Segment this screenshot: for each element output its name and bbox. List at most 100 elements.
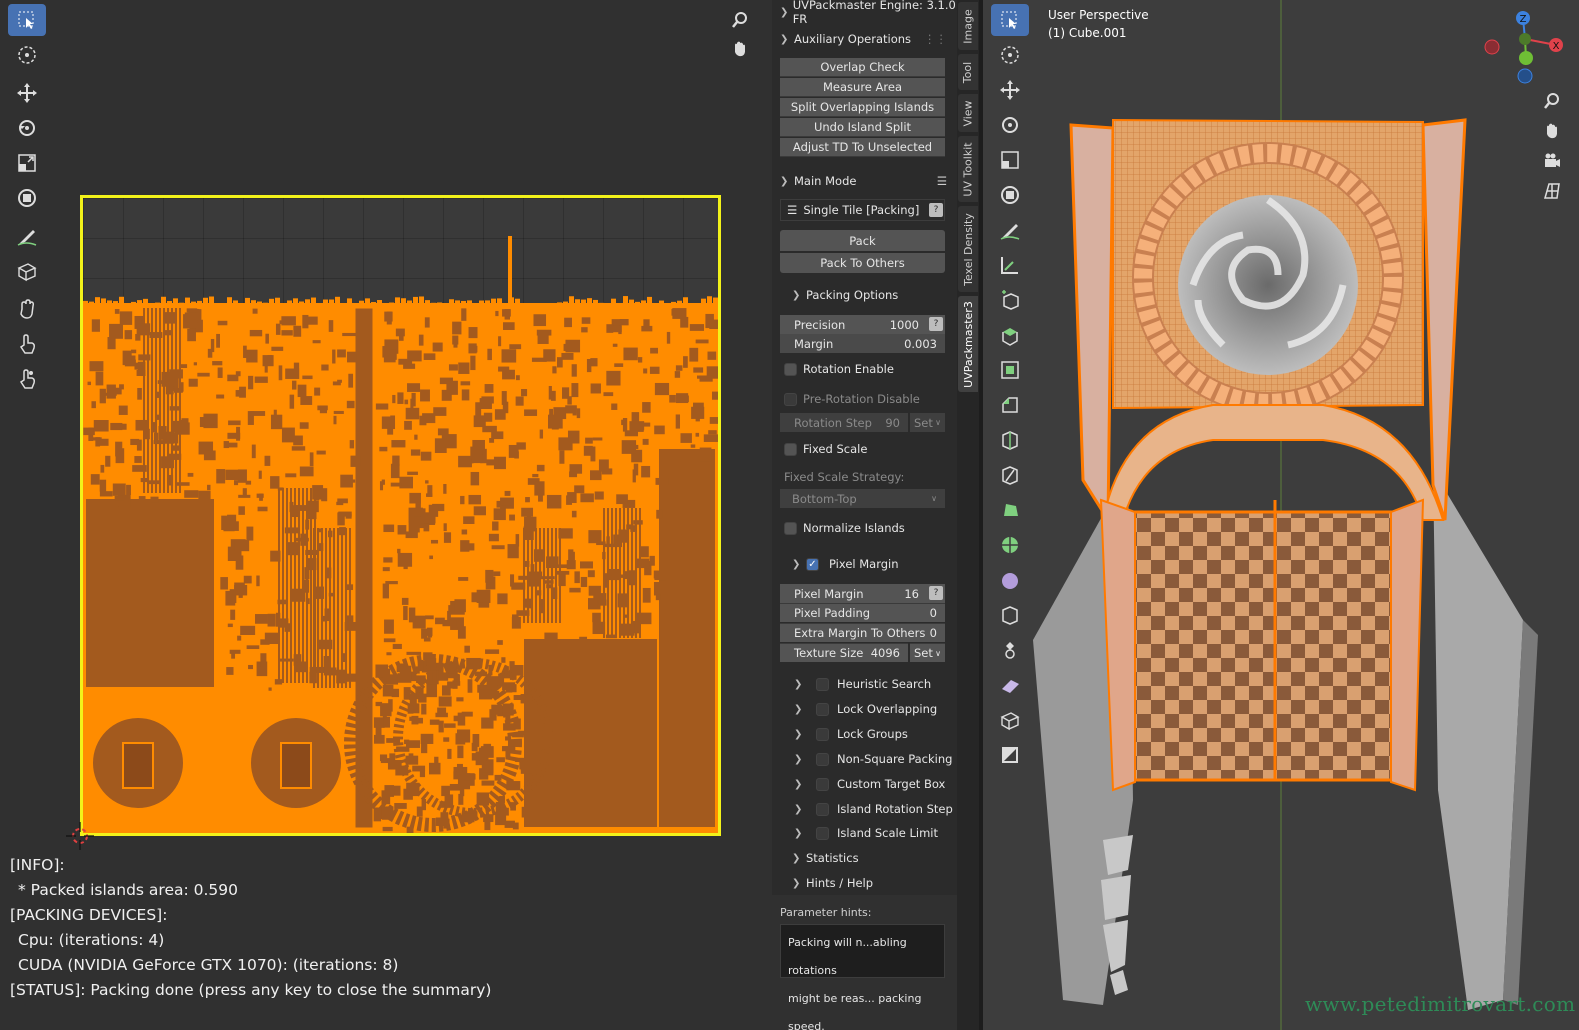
tab-uvpackmaster3[interactable]: UVPackmaster3 — [958, 296, 978, 392]
scale-icon[interactable] — [8, 147, 46, 179]
select-box-icon[interactable] — [8, 4, 46, 36]
measure-area-button[interactable]: Measure Area — [780, 78, 945, 97]
bevel-icon[interactable] — [991, 389, 1029, 421]
lock-overlapping-subpanel[interactable]: ❯ Lock Overlapping — [794, 699, 937, 719]
tab-image[interactable]: Image — [958, 2, 978, 50]
help-icon[interactable]: ? — [929, 203, 943, 217]
uv-tile-frame[interactable] — [80, 195, 721, 836]
inset-icon[interactable] — [991, 354, 1029, 386]
help-icon[interactable]: ? — [929, 317, 943, 331]
drag-handle-icon[interactable]: ⋮⋮ — [924, 32, 947, 46]
select-box-icon[interactable] — [991, 4, 1029, 36]
3d-viewport[interactable]: User Perspective (1) Cube.001 Z X www.pe… — [983, 0, 1579, 1030]
shear-icon[interactable] — [991, 669, 1029, 701]
zoom-icon[interactable] — [727, 7, 753, 33]
checkbox-icon[interactable] — [816, 727, 829, 741]
rotate-icon[interactable] — [8, 112, 46, 144]
tab-uv-toolkit[interactable]: UV Toolkit — [958, 136, 978, 202]
door-checker[interactable] — [1131, 510, 1395, 782]
lock-groups-subpanel[interactable]: ❯ Lock Groups — [794, 724, 908, 744]
transform-icon[interactable] — [991, 179, 1029, 211]
rip-region-icon[interactable] — [991, 704, 1029, 736]
camera-icon[interactable] — [1539, 148, 1565, 174]
help-icon[interactable]: ? — [929, 586, 943, 600]
knife-icon[interactable] — [991, 459, 1029, 491]
precision-field[interactable]: Precision 1000 — [780, 315, 945, 334]
checkbox-icon[interactable] — [816, 677, 829, 691]
mode-select[interactable]: ☰ Single Tile [Packing] ∨ — [780, 199, 945, 221]
edge-slide-icon[interactable] — [991, 599, 1029, 631]
undo-island-split-button[interactable]: Undo Island Split — [780, 118, 945, 137]
adjust-td-button[interactable]: Adjust TD To Unselected — [780, 138, 945, 157]
main-mode-header[interactable]: ❯ Main Mode ☰ — [772, 170, 957, 192]
pixel-margin-header[interactable]: ❯ ✓ Pixel Margin — [772, 553, 957, 575]
poly-build-icon[interactable] — [991, 494, 1029, 526]
transform-icon[interactable] — [8, 182, 46, 214]
heuristic-search-subpanel[interactable]: ❯ Heuristic Search — [794, 674, 931, 694]
checkbox-icon[interactable] — [816, 777, 829, 791]
tab-tool[interactable]: Tool — [958, 54, 978, 90]
checkbox-icon[interactable] — [816, 802, 829, 816]
split-overlapping-islands-button[interactable]: Split Overlapping Islands — [780, 98, 945, 117]
strategy-dropdown[interactable]: Bottom-Top ∨ — [780, 489, 945, 508]
hints-textbox[interactable]: Packing will n...abling rotations might … — [780, 924, 945, 1030]
annotate-icon[interactable] — [8, 220, 46, 252]
rotation-step-set-dropdown[interactable]: Set ∨ — [910, 413, 945, 432]
pixel-margin-enable-checkbox[interactable]: ✓ — [806, 557, 819, 571]
spin-icon[interactable] — [991, 529, 1029, 561]
cursor-icon[interactable] — [991, 39, 1029, 71]
texture-size-set-dropdown[interactable]: Set ∨ — [910, 643, 945, 662]
fixed-scale-checkbox[interactable]: Fixed Scale — [784, 442, 867, 456]
overlap-check-button[interactable]: Overlap Check — [780, 58, 945, 77]
engine-header[interactable]: ❯ UVPackmaster Engine: 3.1.0 FR — [772, 0, 957, 26]
pack-to-others-button[interactable]: Pack To Others — [780, 253, 945, 273]
navigation-gizmo[interactable]: Z X — [1483, 6, 1573, 86]
hints-header[interactable]: ❯ Hints / Help — [772, 872, 957, 894]
image-icon[interactable] — [991, 739, 1029, 771]
packing-options-header[interactable]: ❯ Packing Options — [772, 284, 957, 306]
extrude-icon[interactable] — [991, 319, 1029, 351]
island-scale-limit-subpanel[interactable]: ❯ Island Scale Limit — [794, 823, 938, 843]
aux-header[interactable]: ❯ Auxiliary Operations ⋮⋮ — [772, 28, 957, 50]
rotation-enable-checkbox[interactable]: Rotation Enable — [784, 362, 894, 376]
margin-field[interactable]: Margin 0.003 — [780, 334, 945, 353]
rotate-icon[interactable] — [991, 109, 1029, 141]
move-icon[interactable] — [991, 74, 1029, 106]
relax-icon[interactable] — [8, 328, 46, 360]
shrink-fatten-icon[interactable] — [991, 634, 1029, 666]
zoom-icon[interactable] — [1539, 88, 1565, 114]
scale-icon[interactable] — [991, 144, 1029, 176]
pre-rotation-disable-checkbox[interactable]: Pre-Rotation Disable — [784, 392, 920, 406]
non-square-packing-subpanel[interactable]: ❯ Non-Square Packing — [794, 749, 952, 769]
checkbox-icon[interactable] — [816, 702, 829, 716]
normalize-islands-checkbox[interactable]: Normalize Islands — [784, 521, 905, 535]
measure-icon[interactable] — [991, 249, 1029, 281]
uv-editor[interactable]: [INFO]: * Packed islands area: 0.590 [PA… — [0, 0, 772, 1030]
tab-texel-density[interactable]: Texel Density — [958, 206, 978, 292]
island-rotation-step-subpanel[interactable]: ❯ Island Rotation Step — [794, 799, 953, 819]
grab-icon[interactable] — [8, 293, 46, 325]
cursor-icon[interactable] — [8, 39, 46, 71]
add-cube-icon[interactable] — [991, 284, 1029, 316]
loop-cut-icon[interactable] — [991, 424, 1029, 456]
pixel-margin-field[interactable]: Pixel Margin 16 — [780, 584, 945, 603]
list-icon[interactable]: ☰ — [937, 174, 947, 188]
pan-hand-icon[interactable] — [1539, 118, 1565, 144]
pixel-padding-field[interactable]: Pixel Padding 0 — [780, 603, 945, 622]
statistics-header[interactable]: ❯ Statistics — [772, 847, 957, 869]
move-icon[interactable] — [8, 77, 46, 109]
right-jamb[interactable] — [1390, 498, 1425, 792]
annotate-icon[interactable] — [991, 214, 1029, 246]
checkbox-icon[interactable] — [816, 826, 829, 840]
pack-button[interactable]: Pack — [780, 230, 945, 251]
checkbox-icon[interactable] — [816, 752, 829, 766]
smooth-icon[interactable] — [991, 564, 1029, 596]
right-pillar[interactable] — [1421, 118, 1467, 521]
pan-hand-icon[interactable] — [727, 36, 753, 62]
texture-size-field[interactable]: Texture Size 4096 — [780, 643, 908, 662]
extra-margin-field[interactable]: Extra Margin To Others 0 — [780, 623, 945, 642]
ornament-disc[interactable] — [1178, 195, 1358, 375]
pinch-icon[interactable] — [8, 363, 46, 395]
grid-toggle-icon[interactable] — [1539, 178, 1565, 204]
rotation-step-field[interactable]: Rotation Step 90 — [780, 413, 908, 432]
